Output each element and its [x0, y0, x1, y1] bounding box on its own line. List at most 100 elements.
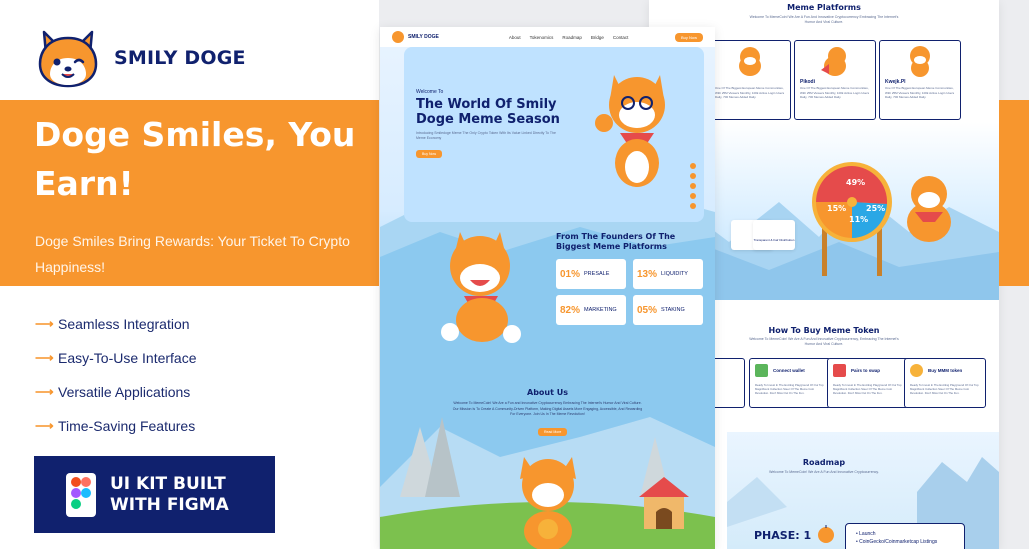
feature-label: Easy-To-Use Interface: [58, 350, 197, 366]
hero-welcome: Welcome To: [416, 89, 444, 95]
roadmap-phase-list: • Launch • CoinGecko/Coinmarketcap Listi…: [845, 523, 965, 549]
mockup-brand[interactable]: SMILY DOGE: [408, 34, 439, 40]
social-links: [690, 163, 696, 209]
arrow-right-icon: ⟶: [35, 316, 54, 331]
shiba-mascot-icon: [739, 47, 761, 76]
feature-card-label: Transparent & Fair Distribution: [753, 238, 795, 242]
hero-title: The World Of Smily Doge Meme Season: [416, 97, 560, 127]
arrow-right-icon: ⟶: [35, 350, 54, 365]
buy-step-name: Buy MMM token: [928, 368, 963, 373]
mockup-center: SMILY DOGE About Tokenomics Roadmap Brid…: [380, 27, 715, 549]
how-to-buy-desc: Welcome To MemeCoin! We Are A Fun And In…: [749, 337, 899, 346]
stat-percent: 13%: [637, 268, 658, 280]
buy-now-button[interactable]: Buy Now: [674, 32, 703, 42]
feature-label: Time-Saving Features: [58, 418, 196, 434]
arrow-right-icon: ⟶: [35, 384, 54, 399]
buy-step-card[interactable]: Pairs to swap Ready To Invest In The Exc…: [827, 358, 909, 408]
stat-percent: 01%: [560, 268, 581, 280]
hero-buy-button[interactable]: Buy Now: [416, 150, 443, 158]
platform-card[interactable]: One Of The Biggest European Meme Communi…: [709, 40, 791, 120]
social-icon[interactable]: [690, 163, 696, 169]
swap-icon: [833, 364, 846, 377]
social-icon[interactable]: [690, 193, 696, 199]
list-item: ⟶ Time-Saving Features: [35, 409, 197, 443]
shiba-mascot-icon: [910, 46, 930, 77]
platform-card[interactable]: Kwejk.Pl One Of The Biggest European Mem…: [879, 40, 961, 120]
roadmap-item-label: Launch: [859, 531, 876, 537]
wallet-icon: [755, 364, 768, 377]
platforms-desc: Welcome To MemeCoin! We Are A Fun And In…: [749, 15, 899, 24]
brand-name: SMILY DOGE: [114, 47, 246, 69]
mockup-nav-links: About Tokenomics Roadmap Bridge Contact: [509, 35, 629, 40]
list-item: ⟶ Seamless Integration: [35, 307, 197, 341]
shiba-mascot-icon: [595, 75, 665, 187]
nav-link-bridge[interactable]: Bridge: [591, 35, 604, 40]
shiba-mascot-icon: [907, 176, 951, 242]
roadmap-item: • Launch: [856, 531, 876, 537]
roadmap-item: • CoinGecko/Coinmarketcap Listings: [856, 539, 938, 545]
stat-percent: 82%: [560, 304, 581, 316]
buy-step-card[interactable]: Buy MMM token Ready To Invest In The Exc…: [904, 358, 986, 408]
figma-badge: UI KIT BUILT WITH FIGMA: [34, 456, 275, 533]
hero-desc: Introducing Smiledoge Meme The Only Cryp…: [416, 131, 556, 140]
feature-label: Seamless Integration: [58, 316, 190, 332]
nav-link-roadmap[interactable]: Roadmap: [562, 35, 582, 40]
platform-card[interactable]: Pikodi One Of The Biggest European Meme …: [794, 40, 876, 120]
social-icon[interactable]: [690, 183, 696, 189]
stat-card: 82% MARKETING: [556, 295, 626, 325]
shiba-mascot-icon: [38, 30, 98, 88]
figma-badge-line1: UI KIT BUILT: [110, 473, 226, 494]
figma-badge-text: UI KIT BUILT WITH FIGMA: [110, 474, 229, 516]
read-more-button[interactable]: Read More: [538, 428, 568, 436]
feature-label: Versatile Applications: [58, 384, 191, 400]
platforms-title: Meme Platforms: [787, 3, 861, 12]
platform-card-name: Kwejk.Pl: [885, 79, 906, 85]
roadmap-item-label: CoinGecko/Coinmarketcap Listings: [859, 539, 938, 545]
platform-card-name: Pikodi: [800, 79, 816, 85]
social-icon[interactable]: [690, 173, 696, 179]
stat-label: PRESALE: [584, 271, 610, 277]
feature-list: ⟶ Seamless Integration ⟶ Easy-To-Use Inter…: [35, 307, 197, 443]
shiba-mascot-icon: [821, 47, 846, 76]
stat-label: STAKING: [661, 307, 685, 313]
coin-icon: [910, 364, 923, 377]
hero-headline: Doge Smiles, You Earn!: [34, 115, 356, 203]
platform-card-desc: One Of The Biggest European Meme Communi…: [715, 86, 785, 99]
nav-link-contact[interactable]: Contact: [613, 35, 629, 40]
social-icon[interactable]: [690, 203, 696, 209]
shiba-mascot-icon: [441, 232, 521, 343]
buy-step-desc: Ready To Invest In The Exciting Playgrou…: [755, 383, 824, 396]
stat-card: 05% STAKING: [633, 295, 703, 325]
nav-link-about[interactable]: About: [509, 35, 521, 40]
arrow-right-icon: ⟶: [35, 418, 54, 433]
nav-link-tokenomics[interactable]: Tokenomics: [530, 35, 554, 40]
figma-badge-line2: WITH FIGMA: [110, 494, 229, 515]
buy-step-desc: Ready To Invest In The Exciting Playgrou…: [910, 383, 979, 396]
figma-logo-icon: [66, 472, 96, 517]
list-item: ⟶ Versatile Applications: [35, 375, 197, 409]
buy-step-name: Pairs to swap: [851, 368, 881, 373]
buy-step-desc: Ready To Invest In The Exciting Playgrou…: [833, 383, 902, 396]
list-item: ⟶ Easy-To-Use Interface: [35, 341, 197, 375]
wheel-segment-label: 25%: [866, 204, 886, 213]
stat-label: LIQUIDITY: [661, 271, 688, 277]
roadmap-phase-label: PHASE: 1: [754, 529, 812, 542]
roadmap-desc: Welcome To MemeCoin! We Are A Fun And In…: [769, 470, 879, 474]
wheel-segment-label: 11%: [849, 215, 869, 224]
founders-title: From The Founders Of The Biggest Meme Pl…: [556, 232, 676, 251]
doghouse-icon: [639, 477, 689, 529]
brand: SMILY DOGE: [34, 24, 246, 92]
orange-accent-strip: [999, 100, 1029, 286]
platform-card-desc: One Of The Biggest European Meme Communi…: [885, 86, 955, 99]
shiba-mascot-icon: [520, 457, 576, 549]
wheel-segment-label: 49%: [846, 178, 866, 187]
about-desc: Welcome To MemeCoin! We Are a Fun and In…: [452, 401, 643, 416]
platform-card-desc: One Of The Biggest European Meme Communi…: [800, 86, 870, 99]
brand-logo-icon: [392, 31, 404, 43]
stat-card: 01% PRESALE: [556, 259, 626, 289]
buy-step-card[interactable]: Connect wallet Ready To Invest In The Ex…: [749, 358, 831, 408]
about-title: About Us: [527, 388, 568, 397]
buy-step-name: Connect wallet: [773, 368, 805, 373]
wheel-segment-label: 15%: [827, 204, 847, 213]
hero-subhead: Doge Smiles Bring Rewards: Your Ticket T…: [35, 233, 350, 275]
